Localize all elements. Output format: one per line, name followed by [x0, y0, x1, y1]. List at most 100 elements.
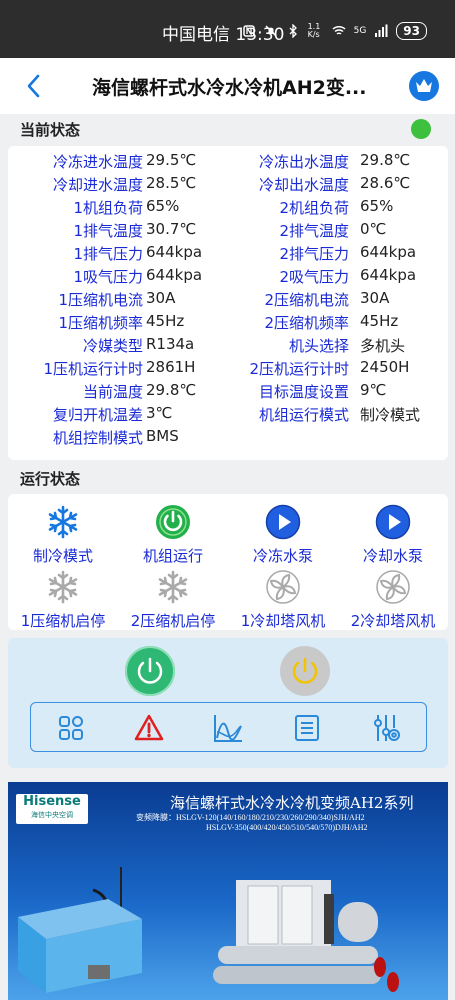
power-icon	[156, 505, 190, 539]
run-item-compressor-1: 1压缩机启停	[8, 569, 118, 631]
status-value: BMS	[146, 427, 179, 445]
status-label: 机头选择	[288, 337, 349, 355]
run-item-label: 1冷却塔风机	[240, 612, 326, 630]
power-off-button[interactable]	[280, 646, 330, 696]
run-item-unit-running: 机组运行	[118, 504, 228, 566]
bluetooth-icon	[289, 24, 297, 38]
snowflake-icon	[48, 505, 78, 539]
status-row: 1压缩机频率 45Hz 2压缩机频率 45Hz	[8, 312, 448, 335]
play-icon	[375, 504, 411, 540]
chiller-unit-icon	[213, 880, 399, 992]
status-value: 644kpa	[146, 243, 203, 261]
status-value: 2450H	[360, 358, 410, 376]
status-row: 当前温度 29.8℃ 目标温度设置 9℃	[8, 381, 448, 404]
status-value: 制冷模式	[360, 406, 421, 424]
status-label: 2机组负荷	[279, 199, 349, 217]
status-label: 2压缩机频率	[264, 314, 349, 332]
run-item-tower-fan-2: 2冷却塔风机	[338, 569, 448, 631]
status-value: 多机头	[360, 337, 406, 355]
status-label: 1压机运行计时	[43, 360, 143, 378]
status-label: 当前温度	[82, 383, 143, 401]
signal-bars-icon	[375, 24, 388, 37]
status-label: 冷却出水温度	[258, 176, 349, 194]
status-label: 机组控制模式	[52, 429, 143, 447]
control-panel	[8, 638, 448, 768]
back-button[interactable]	[22, 72, 48, 100]
app-header: 海信螺杆式水冷水冷机AH2变...	[0, 58, 455, 114]
status-value: 9℃	[360, 381, 387, 399]
status-value: 45Hz	[146, 312, 185, 330]
signal-label: 5G	[353, 26, 367, 36]
status-value: 45Hz	[360, 312, 399, 330]
status-icons: 1.1 K/s 5G 93	[242, 22, 427, 40]
run-item-cooling-pump: 冷却水泵	[338, 504, 448, 566]
status-label: 1压缩机频率	[58, 314, 143, 332]
settings-sliders-icon	[374, 715, 400, 741]
status-label: 1吸气压力	[73, 268, 143, 286]
run-item-label: 制冷模式	[32, 547, 93, 565]
crown-icon	[416, 79, 432, 92]
status-label: 冷媒类型	[82, 337, 143, 355]
status-row: 冷却进水温度 28.5℃ 冷却出水温度 28.6℃	[8, 174, 448, 197]
status-row: 复归开机温差 3℃ 机组运行模式 制冷模式	[8, 404, 448, 427]
current-status-panel: 冷冻进水温度 29.5℃ 冷冻出水温度 29.8℃ 冷却进水温度 28.5℃ 冷…	[8, 146, 448, 460]
fan-icon	[266, 570, 300, 604]
fan-icon	[376, 570, 410, 604]
status-value: 644kpa	[360, 266, 417, 284]
list-icon	[295, 715, 319, 741]
run-item-tower-fan-1: 1冷却塔风机	[228, 569, 338, 631]
run-item-label: 2压缩机启停	[130, 612, 216, 630]
status-row: 1压机运行计时 2861H 2压机运行计时 2450H	[8, 358, 448, 381]
status-value: 3℃	[146, 404, 173, 422]
curve-button[interactable]	[212, 712, 244, 744]
vip-button[interactable]	[409, 71, 439, 101]
status-label: 目标温度设置	[258, 383, 349, 401]
alarm-button[interactable]	[133, 712, 165, 744]
status-row: 冷媒类型 R134a 机头选择 多机头	[8, 335, 448, 358]
run-status-title: 运行状态	[20, 470, 81, 488]
status-label: 2压机运行计时	[249, 360, 349, 378]
run-item-label: 1压缩机启停	[20, 612, 106, 630]
status-row: 1排气温度 30.7℃ 2排气温度 0℃	[8, 220, 448, 243]
records-button[interactable]	[291, 712, 323, 744]
system-status-bar: 中国电信 13:30 1.1 K/s 5G 93	[0, 0, 455, 58]
grid-icon	[59, 716, 83, 740]
status-row: 1压缩机电流 30A 2压缩机电流 30A	[8, 289, 448, 312]
status-label: 2排气压力	[279, 245, 349, 263]
run-item-cooling-mode: 制冷模式	[8, 504, 118, 566]
status-value: 2861H	[146, 358, 196, 376]
status-label: 1压缩机电流	[58, 291, 143, 309]
status-label: 复归开机温差	[52, 406, 143, 424]
settings-button[interactable]	[370, 712, 402, 744]
gateway-device-icon	[18, 899, 142, 993]
status-value: 28.6℃	[360, 174, 411, 192]
status-label: 冷冻进水温度	[52, 153, 143, 171]
status-value: R134a	[146, 335, 195, 353]
snowflake-icon	[48, 570, 78, 604]
chevron-left-icon	[27, 74, 40, 98]
play-icon	[265, 504, 301, 540]
status-value: 644kpa	[360, 243, 417, 261]
status-label: 2压缩机电流	[264, 291, 349, 309]
run-item-label: 冷冻水泵	[252, 547, 313, 565]
run-status-panel: 制冷模式 机组运行 冷冻水泵 冷却水泵 1压缩机启停 2压缩机启停 1冷却塔风机…	[8, 494, 448, 630]
run-item-label: 冷却水泵	[362, 547, 423, 565]
run-item-chilled-pump: 冷冻水泵	[228, 504, 338, 566]
current-status-title: 当前状态	[20, 121, 81, 139]
wifi-icon	[332, 25, 346, 35]
power-on-button[interactable]	[125, 646, 175, 696]
status-row: 1机组负荷 65% 2机组负荷 65%	[8, 197, 448, 220]
online-status-indicator	[411, 119, 431, 139]
overview-button[interactable]	[55, 712, 87, 744]
product-image	[18, 867, 399, 993]
status-value: 29.5℃	[146, 151, 197, 169]
product-banner[interactable]: Hisense 海信中央空调 海信螺杆式水冷水冷机变频AH2系列 变频降膜：HS…	[8, 782, 448, 1000]
status-label: 2排气温度	[279, 222, 349, 240]
battery-indicator: 93	[396, 22, 427, 40]
run-item-compressor-2: 2压缩机启停	[118, 569, 228, 631]
alarm-icon	[134, 714, 164, 741]
status-label: 2吸气压力	[279, 268, 349, 286]
status-value: 30A	[146, 289, 176, 307]
status-row: 1排气压力 644kpa 2排气压力 644kpa	[8, 243, 448, 266]
status-label: 1机组负荷	[73, 199, 143, 217]
